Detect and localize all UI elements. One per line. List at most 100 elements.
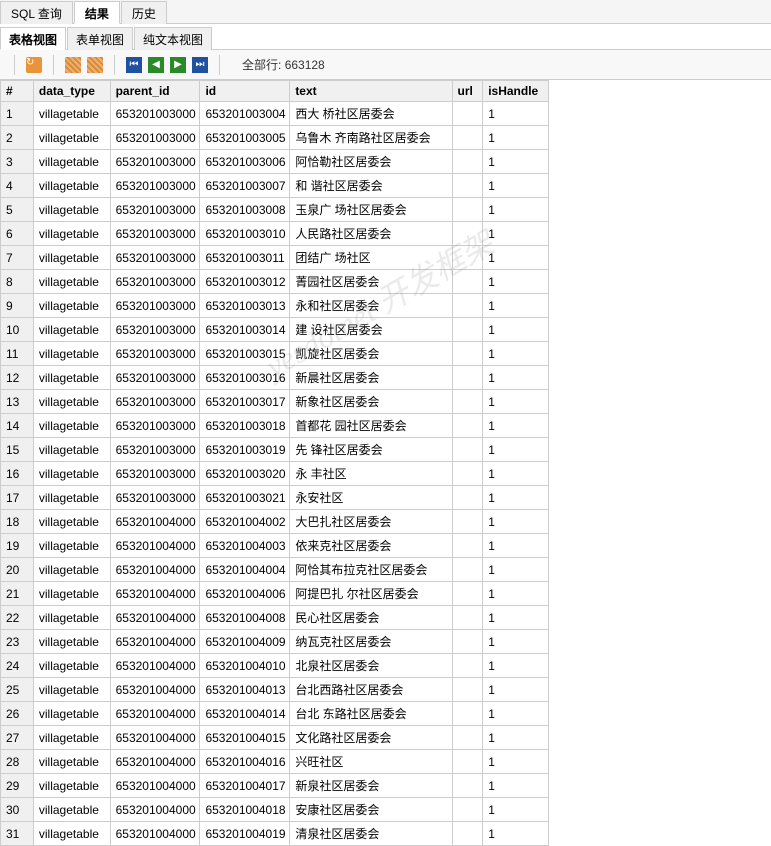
- cell-id[interactable]: 653201004010: [200, 654, 290, 678]
- cell-ishandle[interactable]: 1: [483, 294, 549, 318]
- cell-id[interactable]: 653201003011: [200, 246, 290, 270]
- cell-text[interactable]: 民心社区居委会: [290, 606, 452, 630]
- cell-parent-id[interactable]: 653201003000: [110, 126, 200, 150]
- tool-button-2[interactable]: [86, 56, 104, 74]
- table-row[interactable]: 31villagetable653201004000653201004019清泉…: [1, 822, 549, 846]
- cell-data-type[interactable]: villagetable: [33, 318, 110, 342]
- cell-url[interactable]: [452, 654, 483, 678]
- cell-text[interactable]: 大巴扎社区居委会: [290, 510, 452, 534]
- cell-url[interactable]: [452, 678, 483, 702]
- tab-plain-view[interactable]: 纯文本视图: [134, 27, 212, 50]
- tab-table-view[interactable]: 表格视图: [0, 27, 66, 50]
- table-row[interactable]: 9villagetable653201003000653201003013永和社…: [1, 294, 549, 318]
- cell-id[interactable]: 653201004017: [200, 774, 290, 798]
- cell-text[interactable]: 乌鲁木 齐南路社区居委会: [290, 126, 452, 150]
- cell-url[interactable]: [452, 222, 483, 246]
- table-row[interactable]: 12villagetable653201003000653201003016新晨…: [1, 366, 549, 390]
- table-row[interactable]: 23villagetable653201004000653201004009纳瓦…: [1, 630, 549, 654]
- cell-parent-id[interactable]: 653201003000: [110, 222, 200, 246]
- cell-parent-id[interactable]: 653201004000: [110, 558, 200, 582]
- cell-text[interactable]: 和 谐社区居委会: [290, 174, 452, 198]
- cell-ishandle[interactable]: 1: [483, 390, 549, 414]
- cell-id[interactable]: 653201004018: [200, 798, 290, 822]
- cell-data-type[interactable]: villagetable: [33, 582, 110, 606]
- cell-id[interactable]: 653201004002: [200, 510, 290, 534]
- cell-id[interactable]: 653201004016: [200, 750, 290, 774]
- cell-text[interactable]: 菁园社区居委会: [290, 270, 452, 294]
- cell-data-type[interactable]: villagetable: [33, 798, 110, 822]
- cell-id[interactable]: 653201004019: [200, 822, 290, 846]
- cell-id[interactable]: 653201004006: [200, 582, 290, 606]
- cell-id[interactable]: 653201003004: [200, 102, 290, 126]
- cell-id[interactable]: 653201004004: [200, 558, 290, 582]
- cell-ishandle[interactable]: 1: [483, 774, 549, 798]
- cell-ishandle[interactable]: 1: [483, 534, 549, 558]
- cell-parent-id[interactable]: 653201003000: [110, 342, 200, 366]
- cell-id[interactable]: 653201003021: [200, 486, 290, 510]
- table-row[interactable]: 7villagetable653201003000653201003011团结广…: [1, 246, 549, 270]
- cell-url[interactable]: [452, 198, 483, 222]
- cell-ishandle[interactable]: 1: [483, 486, 549, 510]
- cell-data-type[interactable]: villagetable: [33, 510, 110, 534]
- cell-ishandle[interactable]: 1: [483, 246, 549, 270]
- col-header-data-type[interactable]: data_type: [33, 81, 110, 102]
- cell-parent-id[interactable]: 653201003000: [110, 102, 200, 126]
- cell-parent-id[interactable]: 653201003000: [110, 366, 200, 390]
- table-row[interactable]: 21villagetable653201004000653201004006阿提…: [1, 582, 549, 606]
- cell-data-type[interactable]: villagetable: [33, 390, 110, 414]
- cell-id[interactable]: 653201003016: [200, 366, 290, 390]
- cell-text[interactable]: 安康社区居委会: [290, 798, 452, 822]
- tab-history[interactable]: 历史: [121, 1, 167, 24]
- cell-data-type[interactable]: villagetable: [33, 726, 110, 750]
- cell-url[interactable]: [452, 150, 483, 174]
- cell-url[interactable]: [452, 774, 483, 798]
- cell-url[interactable]: [452, 630, 483, 654]
- table-row[interactable]: 27villagetable653201004000653201004015文化…: [1, 726, 549, 750]
- table-row[interactable]: 2villagetable653201003000653201003005乌鲁木…: [1, 126, 549, 150]
- cell-text[interactable]: 首都花 园社区居委会: [290, 414, 452, 438]
- cell-url[interactable]: [452, 102, 483, 126]
- cell-text[interactable]: 人民路社区居委会: [290, 222, 452, 246]
- cell-ishandle[interactable]: 1: [483, 630, 549, 654]
- cell-ishandle[interactable]: 1: [483, 462, 549, 486]
- table-row[interactable]: 17villagetable653201003000653201003021永安…: [1, 486, 549, 510]
- cell-parent-id[interactable]: 653201004000: [110, 630, 200, 654]
- cell-text[interactable]: 新象社区居委会: [290, 390, 452, 414]
- table-row[interactable]: 26villagetable653201004000653201004014台北…: [1, 702, 549, 726]
- cell-ishandle[interactable]: 1: [483, 174, 549, 198]
- table-row[interactable]: 20villagetable653201004000653201004004阿恰…: [1, 558, 549, 582]
- col-header-ishandle[interactable]: isHandle: [483, 81, 549, 102]
- table-row[interactable]: 3villagetable653201003000653201003006阿恰勒…: [1, 150, 549, 174]
- table-row[interactable]: 22villagetable653201004000653201004008民心…: [1, 606, 549, 630]
- cell-parent-id[interactable]: 653201003000: [110, 390, 200, 414]
- cell-id[interactable]: 653201003005: [200, 126, 290, 150]
- cell-id[interactable]: 653201003006: [200, 150, 290, 174]
- cell-parent-id[interactable]: 653201003000: [110, 486, 200, 510]
- cell-id[interactable]: 653201003014: [200, 318, 290, 342]
- cell-url[interactable]: [452, 366, 483, 390]
- cell-data-type[interactable]: villagetable: [33, 126, 110, 150]
- table-row[interactable]: 1villagetable653201003000653201003004西大 …: [1, 102, 549, 126]
- col-header-parent-id[interactable]: parent_id: [110, 81, 200, 102]
- cell-url[interactable]: [452, 582, 483, 606]
- cell-id[interactable]: 653201003008: [200, 198, 290, 222]
- cell-ishandle[interactable]: 1: [483, 150, 549, 174]
- nav-next-button[interactable]: ▶: [169, 56, 187, 74]
- cell-parent-id[interactable]: 653201003000: [110, 318, 200, 342]
- cell-url[interactable]: [452, 246, 483, 270]
- cell-url[interactable]: [452, 342, 483, 366]
- cell-parent-id[interactable]: 653201004000: [110, 582, 200, 606]
- cell-parent-id[interactable]: 653201004000: [110, 726, 200, 750]
- cell-data-type[interactable]: villagetable: [33, 222, 110, 246]
- cell-ishandle[interactable]: 1: [483, 606, 549, 630]
- cell-url[interactable]: [452, 534, 483, 558]
- cell-text[interactable]: 西大 桥社区居委会: [290, 102, 452, 126]
- cell-ishandle[interactable]: 1: [483, 726, 549, 750]
- cell-parent-id[interactable]: 653201004000: [110, 750, 200, 774]
- cell-url[interactable]: [452, 126, 483, 150]
- cell-parent-id[interactable]: 653201003000: [110, 294, 200, 318]
- cell-data-type[interactable]: villagetable: [33, 294, 110, 318]
- table-row[interactable]: 16villagetable653201003000653201003020永 …: [1, 462, 549, 486]
- cell-id[interactable]: 653201004015: [200, 726, 290, 750]
- cell-url[interactable]: [452, 558, 483, 582]
